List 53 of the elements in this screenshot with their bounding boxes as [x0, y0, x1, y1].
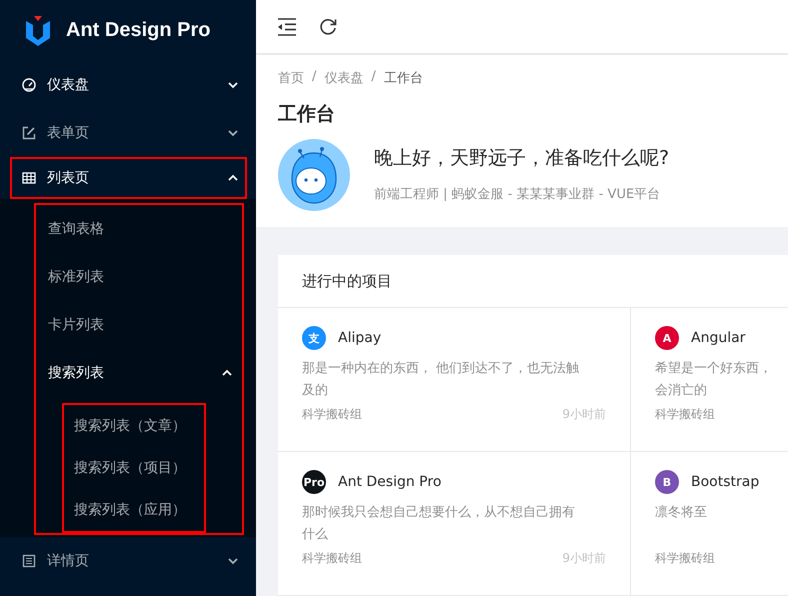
- project-name[interactable]: Angular: [691, 330, 746, 346]
- menu-item[interactable]: 搜索列表（应用）: [64, 489, 204, 531]
- project-card[interactable]: B Bootstrap 凛冬将至 科学搬砖组: [631, 452, 788, 596]
- project-description: 希望是一个好东西，: [655, 360, 773, 378]
- project-description: 那时候我只会想自己想要什么，从不想自己拥有: [302, 504, 576, 522]
- page-title: 工作台: [278, 102, 336, 127]
- time-text: 9小时前: [562, 550, 606, 567]
- project-description: 那是一种内在的东西， 他们到达不了，也无法触: [302, 360, 580, 378]
- project-card[interactable]: A Angular 希望是一个好东西， 会消亡的 科学搬砖组: [631, 308, 788, 452]
- breadcrumb-separator: /: [371, 69, 376, 86]
- caret-up-icon: [228, 174, 238, 182]
- caret-down-icon: [228, 557, 238, 565]
- caret-down-icon: [228, 129, 238, 137]
- list-icon: [22, 554, 36, 568]
- menu-item[interactable]: 详情页: [0, 537, 256, 585]
- profile-description: 前端工程师 | 蚂蚁金服 - 某某某事业群 - VUE平台: [374, 186, 662, 203]
- reload-icon[interactable]: [319, 18, 337, 36]
- dashboard-icon: [22, 78, 36, 92]
- project-logo: A: [655, 326, 679, 350]
- menu-item[interactable]: 卡片列表: [36, 301, 242, 349]
- time-text: 9小时前: [562, 406, 606, 423]
- menu-item[interactable]: 搜索列表（文章）: [64, 405, 204, 447]
- caret-up-icon: [222, 369, 232, 377]
- avatar-illustration: [278, 139, 350, 211]
- project-name[interactable]: Alipay: [338, 330, 382, 346]
- card-title: 进行中的项目: [278, 255, 788, 308]
- project-description: 会消亡的: [655, 382, 708, 400]
- menu-item[interactable]: 标准列表: [36, 253, 242, 301]
- caret-down-icon: [228, 81, 238, 89]
- menu-item[interactable]: 搜索列表（项目）: [64, 447, 204, 489]
- greeting-text: 晚上好，天野远子，准备吃什么呢?: [374, 146, 670, 171]
- app-title: Ant Design Pro: [66, 19, 210, 42]
- menu-item[interactable]: 表单页: [0, 109, 256, 157]
- project-name[interactable]: Ant Design Pro: [338, 474, 442, 490]
- menu-fold-icon[interactable]: [277, 18, 297, 36]
- project-card[interactable]: Pro Ant Design Pro 那时候我只会想自己想要什么，从不想自己拥有 什么 科学搬砖组 9小时前: [278, 452, 631, 596]
- menu-item[interactable]: 查询表格: [36, 205, 242, 253]
- table-icon: [22, 171, 36, 185]
- project-description: 及的: [302, 382, 329, 400]
- menu-item[interactable]: 列表页: [12, 159, 245, 197]
- project-name[interactable]: Bootstrap: [691, 474, 760, 490]
- edit-icon: [22, 126, 36, 140]
- breadcrumb-item: 工作台: [384, 70, 423, 87]
- menu-item[interactable]: 仪表盘: [0, 61, 256, 109]
- menu-item[interactable]: 搜索列表: [36, 349, 242, 397]
- project-logo: 支: [302, 326, 326, 350]
- logo-icon: [25, 16, 51, 46]
- project-description: 凛冬将至: [655, 504, 708, 522]
- project-logo: Pro: [302, 470, 326, 494]
- breadcrumb-separator: /: [312, 69, 316, 86]
- project-card[interactable]: 支 Alipay 那是一种内在的东西， 他们到达不了，也无法触 及的 科学搬砖组 9小时前: [278, 308, 631, 452]
- project-description: 什么: [302, 526, 329, 544]
- project-logo: B: [655, 470, 679, 494]
